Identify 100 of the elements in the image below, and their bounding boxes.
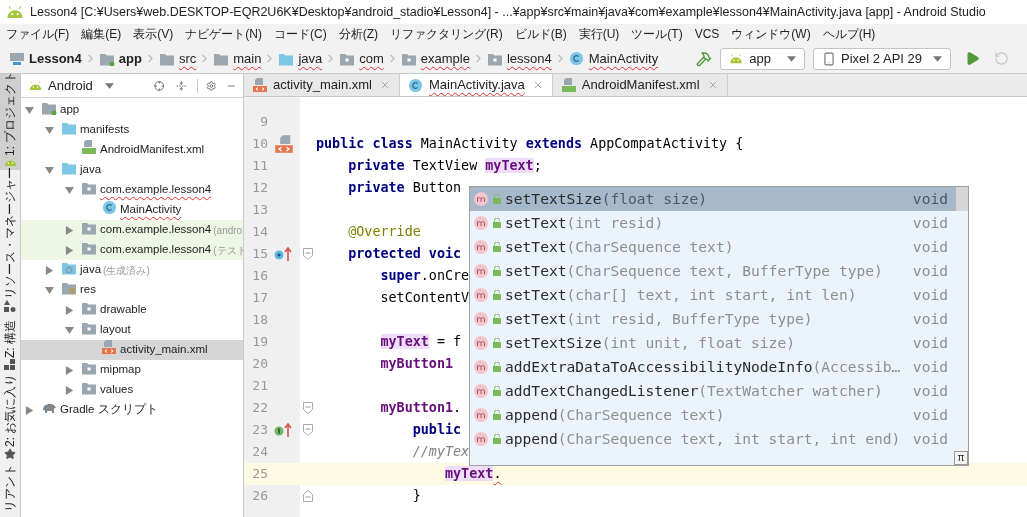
breadcrumb[interactable]: Lesson4 [8,48,83,69]
line-number: 26 [251,487,268,506]
run-icon[interactable] [965,51,980,66]
menu-item[interactable]: 実行(U) [578,25,620,43]
triangle-right-icon[interactable] [64,245,74,255]
method-icon [473,311,489,327]
completion-signature: addExtraDataToAccessibilityNodeInfo(Accessib… [505,358,901,376]
completion-item[interactable]: append(CharSequence text, int start, int end) void [470,427,956,451]
fold-marker-icon[interactable] [303,490,313,502]
breadcrumb[interactable]: src [157,48,198,69]
triangle-down-icon[interactable] [44,285,54,295]
menu-item[interactable]: VCS [694,25,720,43]
breadcrumb[interactable]: lesson4 [485,48,553,69]
completion-item[interactable]: setTextSize(float size) void [470,187,956,211]
line-number: 20 [251,355,268,374]
menu-item[interactable]: 分析(Z) [338,25,378,43]
menu-item[interactable]: 編集(E) [81,25,122,43]
editor-tab[interactable]: AndroidManifest.xml [552,74,728,96]
tool-window-tab[interactable]: 1: プロジェクト [0,74,20,170]
menu-item[interactable]: 表示(V) [133,25,174,43]
tree-item[interactable]: MainActivity [21,200,243,220]
android-icon [6,5,24,19]
triangle-down-icon[interactable] [44,125,54,135]
triangle-down-icon[interactable] [64,325,74,335]
tool-window-tab[interactable]: リアント [0,465,20,516]
completion-item[interactable]: setText(CharSequence text, BufferType type) void [470,259,956,283]
tree-item[interactable]: java (生成済み) [21,260,243,280]
menu-item[interactable]: ウィンドウ(W) [731,25,811,43]
fold-marker-icon[interactable] [303,248,313,260]
completion-signature: setTextSize(int unit, float size) [505,334,795,352]
class-icon [568,50,585,67]
tree-item[interactable]: values [21,380,243,400]
tree-item[interactable]: app [21,100,243,120]
view-dropdown[interactable]: Android [29,75,114,96]
completion-item[interactable]: setTextSize(int unit, float size) void [470,331,956,355]
breadcrumb[interactable]: java [277,48,324,69]
code-line: protected voic [348,245,462,263]
triangle-right-icon[interactable] [64,305,74,315]
line-number: 17 [251,289,268,308]
menu-item[interactable]: ナビゲート(N) [185,25,262,43]
override-icon[interactable] [274,247,294,261]
completion-item[interactable]: addExtraDataToAccessibilityNodeInfo(Accessib… void [470,355,956,379]
popup-corner-button[interactable]: π [954,451,968,465]
menu-item[interactable]: コード(C) [274,25,327,43]
tree-item[interactable]: com.example.lesson4 (andro [21,220,243,240]
triangle-right-icon[interactable] [64,385,74,395]
hammer-icon[interactable] [696,50,713,67]
menu-item[interactable]: ファイル(F) [6,25,70,43]
editor-tab[interactable]: MainActivity.java [399,74,553,96]
menu-item[interactable]: ビルド(B) [514,25,567,43]
fold-marker-icon[interactable] [303,402,313,414]
return-type: void [911,286,948,304]
line-number: 21 [251,377,268,396]
code-line: //myTex [412,443,470,461]
completion-item[interactable]: setText(CharSequence text) void [470,235,956,259]
tree-item[interactable]: Gradle スクリプト [21,400,243,420]
settings-icon[interactable] [205,78,217,93]
triangle-right-icon[interactable] [24,405,34,415]
triangle-right-icon[interactable] [64,365,74,375]
tree-item[interactable]: res [21,280,243,300]
breadcrumb[interactable]: app [97,48,143,69]
triangle-right-icon[interactable] [64,225,74,235]
breadcrumb[interactable]: example [399,48,471,69]
tree-item[interactable]: com.example.lesson4 [21,180,243,200]
breadcrumb[interactable]: main [212,48,263,69]
menu-item[interactable]: リファクタリング(R) [390,25,503,43]
completion-item[interactable]: append(CharSequence text) void [470,403,956,427]
layout-file-icon[interactable] [274,134,294,154]
editor-tab[interactable]: activity_main.xml [244,74,400,96]
completion-signature: addTextChangedListener(TextWatcher watcher) [505,382,883,400]
breadcrumb[interactable]: MainActivity [567,48,660,69]
crosshair-icon[interactable] [153,78,165,93]
completion-item[interactable]: addTextChangedListener(TextWatcher watcher) void [470,379,956,403]
tree-item[interactable]: activity_main.xml [21,340,243,360]
collapse-icon[interactable] [176,78,188,93]
tree-item[interactable]: manifests [21,120,243,140]
completion-item[interactable]: setText(int resid) void [470,211,956,235]
device-dropdown[interactable]: Pixel 2 API 29 [813,47,951,70]
completion-signature: setText(int resid) [505,214,664,232]
triangle-down-icon[interactable] [44,165,54,175]
menu-item[interactable]: ヘルプ(H) [822,25,876,43]
tree-item[interactable]: drawable [21,300,243,320]
menu-item[interactable]: ツール(T) [631,25,683,43]
triangle-down-icon[interactable] [24,105,34,115]
tree-item[interactable]: layout [21,320,243,340]
method-icon [473,383,489,399]
tool-window-tab[interactable]: Z: 構造 [0,317,20,374]
breadcrumb[interactable]: com [338,48,385,69]
code-line: myText = f [380,333,462,351]
tree-item[interactable]: AndroidManifest.xml [21,140,243,160]
triangle-right-icon[interactable] [44,265,54,275]
tree-item[interactable]: mipmap [21,360,243,380]
run-configuration-dropdown[interactable]: app [720,47,806,70]
fold-marker-icon[interactable] [303,424,313,436]
tool-window-tab[interactable]: 2: お気に入り [0,376,20,463]
completion-item[interactable]: setText(int resid, BufferType type) void [470,307,956,331]
triangle-down-icon[interactable] [64,185,74,195]
tree-item[interactable]: java [21,160,243,180]
implement-icon[interactable] [274,423,294,437]
completion-item[interactable]: setText(char[] text, int start, int len) void [470,283,956,307]
